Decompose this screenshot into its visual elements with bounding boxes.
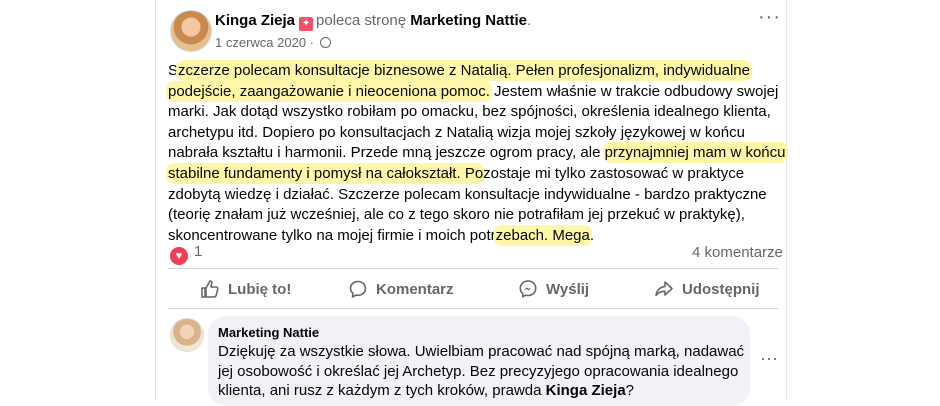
like-button[interactable]: Lubię to! <box>200 270 291 308</box>
like-label: Lubię to! <box>228 280 292 298</box>
comment-label: Komentarz <box>376 280 454 298</box>
recommend-badge-icon: ✦ <box>299 17 314 31</box>
comment-button[interactable]: Komentarz <box>348 270 454 308</box>
comment-more-icon[interactable]: ··· <box>760 348 778 369</box>
post-date-text[interactable]: 1 czerwca 2020 <box>215 35 306 50</box>
thumbs-up-icon <box>201 280 219 298</box>
highlight: podejście, zaangażowanie i nieoceniona p… <box>168 82 490 100</box>
recommend-verb: poleca stronę <box>316 12 407 29</box>
share-button[interactable]: Udostępnij <box>654 270 760 308</box>
reaction-summary[interactable]: ♥ 1 <box>170 243 202 265</box>
mention-link[interactable]: Kinga Zieja <box>546 382 626 399</box>
comments-count[interactable]: 4 komentarze <box>692 244 783 261</box>
more-options-icon[interactable]: ··· <box>758 6 781 29</box>
post-date[interactable]: 1 czerwca 2020 · <box>215 35 331 50</box>
comment-bubble-icon <box>349 280 367 298</box>
post-body: Szczerze polecam konsultacje biznesowe z… <box>168 62 786 244</box>
author-avatar[interactable] <box>170 10 212 52</box>
globe-icon <box>319 37 331 48</box>
commenter-name[interactable]: Marketing Nattie <box>218 325 319 340</box>
divider <box>168 268 778 269</box>
send-button[interactable]: Wyślij <box>518 270 589 308</box>
reaction-count[interactable]: 1 <box>194 243 202 260</box>
commenter-avatar[interactable] <box>170 318 204 352</box>
comment-text: Dziękuję za wszystkie słowa. Uwielbiam p… <box>218 343 745 399</box>
highlight: przynajmniej mam w końcu <box>604 144 786 162</box>
divider <box>168 308 778 309</box>
page-name[interactable]: Marketing Nattie <box>410 12 527 29</box>
share-arrow-icon <box>655 281 673 297</box>
share-label: Udostępnij <box>682 280 760 298</box>
heart-reaction-icon: ♥ <box>170 247 188 265</box>
send-label: Wyślij <box>546 280 590 298</box>
highlight: stabilne fundamenty i pomysł na całokszt… <box>168 164 484 182</box>
author-name[interactable]: Kinga Zieja <box>215 12 295 29</box>
action-bar: Lubię to! Komentarz Wyślij Udostępnij <box>168 270 778 308</box>
highlight: zczerze polecam konsultacje biznesowe z … <box>178 62 750 79</box>
messenger-icon <box>519 280 537 299</box>
post-header: Kinga Zieja ✦ poleca stronę Marketing Natt… <box>215 12 532 31</box>
highlight: zebach. Mega <box>495 226 590 244</box>
